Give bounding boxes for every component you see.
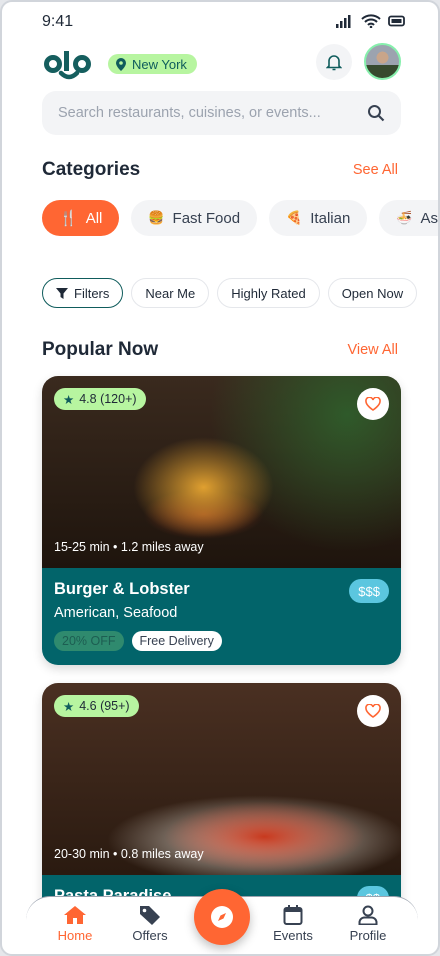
nav-offers[interactable]: Offers [115, 905, 185, 943]
filter-label: Near Me [145, 285, 196, 301]
filter-highly-rated[interactable]: Highly Rated [217, 278, 320, 308]
calendar-icon [283, 905, 303, 925]
view-all-link[interactable]: View All [347, 342, 398, 358]
bowl-icon: 🍜 [396, 210, 413, 225]
restaurant-cuisine: American, Seafood [54, 605, 178, 621]
rating-badge: ★ 4.6 (95+) [54, 695, 139, 717]
rating-text: 4.8 (120+) [79, 392, 137, 406]
phone-screen: 9:41 New York Search restaurants, cuisin… [0, 0, 440, 956]
home-icon [64, 906, 86, 924]
category-label: Italian [310, 209, 351, 227]
nav-home[interactable]: Home [40, 905, 110, 943]
category-asian[interactable]: 🍜 Asian [379, 200, 438, 236]
nav-label: Offers [132, 928, 168, 943]
restaurant-image: ★ 4.6 (95+) 20-30 min • 0.8 miles away [42, 683, 401, 875]
avatar[interactable] [364, 43, 401, 80]
status-icons [336, 14, 406, 28]
filter-open-now[interactable]: Open Now [327, 278, 418, 308]
discount-tag: 20% OFF [54, 631, 124, 651]
category-italian[interactable]: 🍕 Italian [269, 200, 368, 236]
filter-near-me[interactable]: Near Me [131, 278, 210, 308]
location-label: New York [132, 56, 187, 72]
filter-label: Filters [74, 285, 110, 301]
free-delivery-tag: Free Delivery [131, 631, 222, 651]
category-all[interactable]: 🍴 All [42, 200, 120, 236]
search-input[interactable]: Search restaurants, cuisines, or events.… [42, 91, 401, 135]
utensils-icon: 🍴 [59, 210, 78, 227]
star-icon: ★ [63, 392, 75, 407]
favorite-button[interactable] [357, 695, 389, 727]
nav-label: Home [57, 928, 93, 943]
battery-icon [388, 15, 405, 27]
location-selector[interactable]: New York [108, 54, 197, 74]
filter-label: Open Now [341, 285, 404, 301]
delivery-meta: 15-25 min • 1.2 miles away [54, 540, 204, 554]
category-fast-food[interactable]: 🍔 Fast Food [131, 200, 258, 236]
category-label: Asian [420, 209, 438, 227]
filter-pills: Filters Near Me Highly Rated Open Now [42, 278, 418, 308]
delivery-meta: 20-30 min • 0.8 miles away [54, 847, 204, 861]
notifications-button[interactable] [316, 44, 352, 80]
popular-title: Popular Now [42, 339, 159, 360]
nav-label: Profile [349, 928, 387, 943]
status-time: 9:41 [42, 13, 74, 30]
wifi-icon [361, 14, 381, 28]
category-chips: 🍴 All 🍔 Fast Food 🍕 Italian 🍜 Asian [42, 200, 438, 236]
burger-icon: 🍔 [148, 210, 165, 225]
explore-button[interactable] [194, 889, 250, 945]
search-placeholder: Search restaurants, cuisines, or events.… [58, 105, 321, 121]
favorite-button[interactable] [357, 388, 389, 420]
category-label: Fast Food [172, 209, 241, 227]
restaurant-card[interactable]: ★ 4.8 (120+) 15-25 min • 1.2 miles away B… [42, 376, 401, 665]
category-label: All [85, 209, 103, 227]
price-badge: $$$ [349, 579, 389, 603]
rating-text: 4.6 (95+) [79, 699, 130, 713]
filter-label: Highly Rated [231, 285, 306, 301]
categories-title: Categories [42, 159, 141, 180]
see-all-link[interactable]: See All [353, 162, 398, 178]
tag-icon [140, 906, 160, 925]
filter-icon [56, 288, 68, 299]
search-icon[interactable] [367, 104, 385, 122]
filters-button[interactable]: Filters [42, 278, 124, 308]
compass-icon [211, 906, 233, 928]
map-pin-icon [116, 57, 126, 71]
user-icon [358, 905, 378, 925]
rating-badge: ★ 4.8 (120+) [54, 388, 146, 410]
nav-events[interactable]: Events [258, 905, 328, 943]
card-details: Burger & Lobster American, Seafood $$$ 2… [42, 568, 401, 665]
olo-logo [44, 51, 91, 80]
restaurant-image: ★ 4.8 (120+) 15-25 min • 1.2 miles away [42, 376, 401, 568]
signal-icon [336, 15, 351, 28]
heart-icon [365, 397, 381, 411]
bell-icon [326, 54, 342, 70]
nav-profile[interactable]: Profile [333, 905, 403, 943]
restaurant-name: Burger & Lobster [54, 580, 190, 598]
nav-label: Events [273, 928, 313, 943]
heart-icon [365, 704, 381, 718]
star-icon: ★ [63, 699, 75, 714]
pizza-icon: 🍕 [286, 210, 303, 225]
